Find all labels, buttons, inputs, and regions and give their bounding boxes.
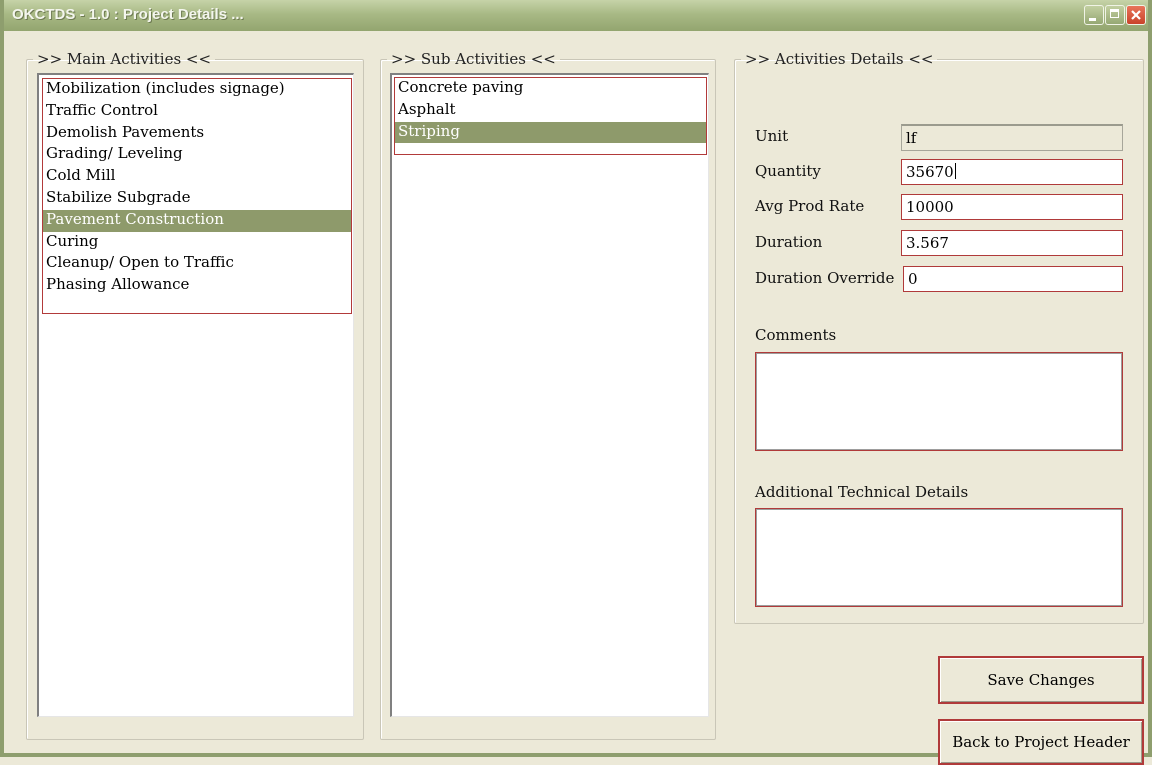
main-activity-item[interactable]: Mobilization (includes signage) (43, 79, 351, 101)
main-activity-item[interactable]: Phasing Allowance (43, 275, 351, 297)
main-activity-item[interactable]: Cleanup/ Open to Traffic (43, 253, 351, 275)
comments-label: Comments (755, 326, 837, 344)
main-activity-item[interactable]: Stabilize Subgrade (43, 188, 351, 210)
duration-label: Duration (755, 233, 823, 251)
title-bar[interactable]: OKCTDS - 1.0 : Project Details ... (4, 0, 1148, 31)
sub-activity-item[interactable]: Concrete paving (395, 78, 706, 100)
main-activity-item[interactable]: Pavement Construction (43, 209, 351, 232)
main-activity-item[interactable]: Grading/ Leveling (43, 144, 351, 166)
main-activity-item[interactable]: Demolish Pavements (43, 123, 351, 145)
sub-activities-legend: >> Sub Activities << (391, 50, 556, 68)
duration-override-label: Duration Override (755, 269, 895, 287)
main-activity-item[interactable]: Cold Mill (43, 166, 351, 188)
comments-textarea[interactable] (755, 352, 1123, 451)
back-to-project-header-button[interactable]: Back to Project Header (938, 719, 1144, 765)
main-activities-listbox[interactable]: Mobilization (includes signage) Traffic C… (37, 73, 354, 717)
maximize-icon (1110, 9, 1119, 18)
project-details-window: OKCTDS - 1.0 : Project Details ... >> Ma… (0, 0, 1152, 765)
maximize-button[interactable] (1105, 5, 1125, 25)
main-activities-items: Mobilization (includes signage) Traffic C… (42, 78, 352, 314)
duration-override-field[interactable]: 0 (903, 266, 1123, 292)
text-cursor (954, 163, 956, 179)
sub-activities-items: Concrete paving Asphalt Striping (394, 77, 707, 155)
sub-activities-listbox[interactable]: Concrete paving Asphalt Striping (390, 73, 709, 717)
avg-prod-rate-field[interactable]: 10000 (901, 194, 1123, 220)
additional-details-textarea[interactable] (755, 508, 1123, 607)
main-activities-legend: >> Main Activities << (37, 50, 212, 68)
sub-activity-item[interactable]: Asphalt (395, 100, 706, 122)
minimize-icon (1089, 18, 1096, 21)
main-activity-item[interactable]: Traffic Control (43, 101, 351, 123)
avg-prod-rate-label: Avg Prod Rate (755, 197, 865, 215)
quantity-field[interactable]: 35670 (901, 159, 1123, 185)
quantity-value: 35670 (906, 163, 954, 181)
main-activity-item[interactable]: Curing (43, 232, 351, 254)
minimize-button[interactable] (1084, 5, 1104, 25)
unit-field[interactable]: lf (901, 124, 1123, 151)
unit-label: Unit (755, 127, 789, 145)
duration-field[interactable]: 3.567 (901, 230, 1123, 256)
save-changes-button[interactable]: Save Changes (938, 656, 1144, 704)
sub-activity-item[interactable]: Striping (395, 121, 706, 144)
window-title: OKCTDS - 1.0 : Project Details ... (12, 6, 244, 23)
close-button[interactable] (1126, 5, 1146, 25)
close-icon (1131, 10, 1141, 20)
quantity-label: Quantity (755, 162, 821, 180)
activities-details-legend: >> Activities Details << (745, 50, 934, 68)
additional-details-label: Additional Technical Details (755, 483, 969, 501)
